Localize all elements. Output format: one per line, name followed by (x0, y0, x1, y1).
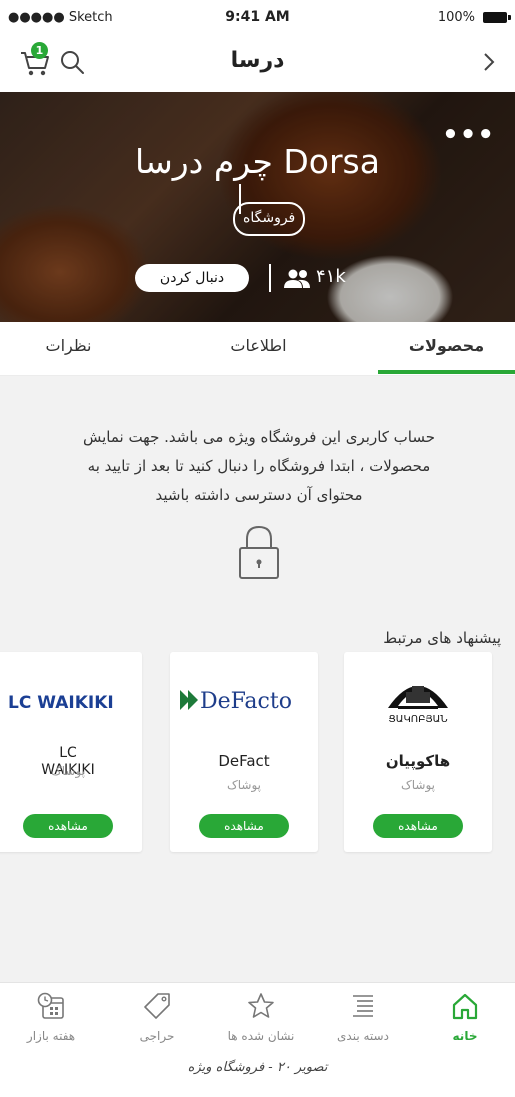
nav-bookmarks-label: نشان شده ها (227, 1029, 295, 1043)
view-button[interactable]: مشاهده (373, 814, 463, 838)
nav-categories-label: دسته بندی (337, 1029, 389, 1043)
notice-line: حساب کاربری این فروشگاه ویژه می باشد. جه… (82, 428, 436, 446)
lock-icon (239, 525, 279, 579)
star-icon (248, 993, 274, 1018)
nav-home-label: خانه (452, 1029, 478, 1043)
tab-info[interactable]: اطلاعات (190, 336, 327, 355)
tab-products[interactable]: محصولات (378, 336, 515, 355)
bottom-navigation: خانه دسته بندی نشان شده ها حراجی هفته با… (0, 982, 515, 1059)
notice-line: محصولات ، ابتدا فروشگاه را دنبال کنید تا… (87, 457, 431, 475)
calendar-clock-icon (37, 992, 64, 1019)
card-category: پوشاک (401, 778, 435, 792)
nav-home[interactable]: خانه (420, 991, 510, 1043)
tag-icon (144, 993, 170, 1019)
related-store-card[interactable]: ՑԱԿՈԲՅԱՆ هاکوپیان پوشاک مشاهده (344, 652, 492, 852)
battery-icon (483, 12, 511, 23)
card-category: پوشاک (227, 778, 261, 792)
store-name: چرم درسا Dorsa (135, 142, 380, 181)
view-button[interactable]: مشاهده (199, 814, 289, 838)
store-tabs: محصولات اطلاعات نظرات (0, 322, 515, 376)
home-icon (452, 993, 478, 1020)
follow-button[interactable]: دنبال کردن (135, 264, 249, 292)
navigation-bar: 1 درسا (0, 34, 515, 92)
store-header: ••• چرم درسا Dorsa فروشگاه دنبال کردن ۴۱… (0, 92, 515, 322)
private-store-notice: حساب کاربری این فروشگاه ویژه می باشد. جه… (44, 423, 474, 510)
related-store-card[interactable]: LC WAIKIKI LC WAIKIKI پوشاک مشاهده (0, 652, 142, 852)
nav-weekly-market-label: هفته بازار (26, 1029, 76, 1043)
hacoupian-logo: ՑԱԿՈԲՅԱՆ (388, 686, 448, 725)
lc-waikiki-logo: LC WAIKIKI (8, 693, 114, 713)
back-chevron-icon[interactable] (477, 48, 501, 76)
nav-sale[interactable]: حراجی (112, 991, 202, 1043)
store-type-badge: فروشگاه (233, 202, 306, 236)
svg-text:LC WAIKIKI: LC WAIKIKI (8, 693, 114, 713)
status-bar: ●●●●● Sketch 9:41 AM 100% (0, 0, 515, 34)
content-area: حساب کاربری این فروشگاه ویژه می باشد. جه… (0, 376, 515, 982)
followers-count: ۴۱k (316, 266, 346, 287)
nav-sale-label: حراجی (139, 1029, 175, 1043)
svg-text:ՑԱԿՈԲՅԱՆ: ՑԱԿՈԲՅԱՆ (388, 714, 447, 725)
related-store-card[interactable]: DeFacto DeFact پوشاک مشاهده (170, 652, 318, 852)
page-title: درسا (230, 48, 285, 73)
active-tab-indicator (378, 370, 515, 374)
nav-categories[interactable]: دسته بندی (318, 991, 408, 1043)
related-section-title: پیشنهاد های مرتبط (383, 629, 501, 647)
defacto-logo: DeFacto (180, 689, 292, 714)
battery-percent: 100% (437, 10, 475, 25)
nav-bookmarks[interactable]: نشان شده ها (216, 991, 306, 1043)
card-store-name: DeFact (218, 752, 270, 770)
nav-weekly-market[interactable]: هفته بازار (6, 991, 96, 1043)
card-category: پوشاک (51, 764, 85, 778)
notice-line: محتوای آن دسترسی داشته باشید (155, 486, 363, 504)
categories-icon (353, 995, 373, 1017)
tab-reviews[interactable]: نظرات (0, 336, 137, 355)
svg-text:DeFacto: DeFacto (200, 689, 292, 714)
divider (269, 264, 271, 292)
figure-caption: تصویر ۲۰ - فروشگاه ویژه (187, 1060, 328, 1075)
view-button[interactable]: مشاهده (23, 814, 113, 838)
followers-icon (284, 269, 310, 288)
card-store-name: هاکوپیان (385, 752, 451, 770)
